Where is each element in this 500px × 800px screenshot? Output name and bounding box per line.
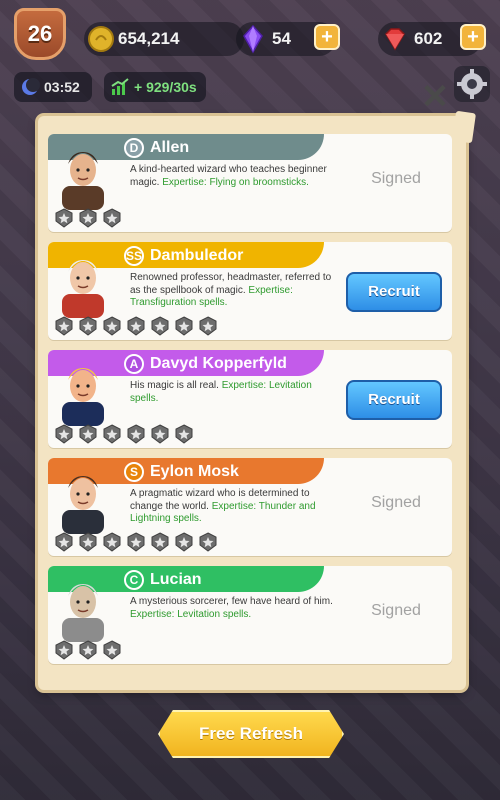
wizard-card: D Allen A kind-hearted wizard who teaches … bbox=[48, 134, 452, 232]
signed-status: Signed bbox=[371, 494, 421, 511]
coin-counter: 654,214 bbox=[84, 22, 244, 56]
star-icon bbox=[55, 208, 73, 228]
star-icon bbox=[103, 424, 121, 444]
gear-icon bbox=[457, 69, 487, 99]
star-icon bbox=[79, 532, 97, 552]
gem-counter: 54 + bbox=[236, 22, 340, 56]
star-icon bbox=[79, 208, 97, 228]
wizard-card: C Lucian A mysterious sorcerer, few have h… bbox=[48, 566, 452, 664]
star-icon bbox=[103, 208, 121, 228]
star-icon bbox=[127, 424, 145, 444]
star-icon bbox=[55, 424, 73, 444]
free-refresh-label: Free Refresh bbox=[199, 724, 303, 743]
gem-icon bbox=[243, 24, 263, 54]
free-refresh-button[interactable]: Free Refresh bbox=[158, 710, 344, 758]
wizard-name: Lucian bbox=[150, 571, 202, 588]
add-rubies-button[interactable]: + bbox=[460, 24, 486, 50]
ruby-counter: 602 + bbox=[378, 22, 486, 56]
star-icon bbox=[127, 532, 145, 552]
star-rating bbox=[54, 316, 218, 336]
grade-badge: A bbox=[124, 354, 144, 374]
star-icon bbox=[175, 424, 193, 444]
star-icon bbox=[79, 424, 97, 444]
star-icon bbox=[175, 532, 193, 552]
level-badge: 26 bbox=[14, 8, 66, 60]
description-text: A mysterious sorcerer, few have heard of… bbox=[130, 596, 333, 607]
star-icon bbox=[103, 532, 121, 552]
wizard-card: S Eylon Mosk A pragmatic wizard who is det… bbox=[48, 458, 452, 556]
star-icon bbox=[79, 640, 97, 660]
expertise-text: Expertise: Flying on broomsticks. bbox=[162, 176, 309, 188]
signed-status: Signed bbox=[371, 602, 421, 619]
star-rating bbox=[54, 424, 194, 444]
wizard-name: Allen bbox=[150, 139, 190, 156]
income-rate: + 929/30s bbox=[104, 72, 206, 102]
star-icon bbox=[103, 316, 121, 336]
coin-icon bbox=[88, 26, 114, 52]
wizard-portrait bbox=[62, 260, 104, 318]
wizard-portrait bbox=[62, 368, 104, 426]
wizard-portrait bbox=[62, 584, 104, 642]
wizard-description: A kind-hearted wizard who teaches beginn… bbox=[130, 164, 340, 189]
star-icon bbox=[55, 316, 73, 336]
wizard-portrait bbox=[62, 476, 104, 534]
star-rating bbox=[54, 640, 122, 660]
expertise-text: Expertise: Levitation spells. bbox=[130, 608, 252, 620]
grade-badge: SS bbox=[124, 246, 144, 266]
wizard-description: A mysterious sorcerer, few have heard of… bbox=[130, 596, 340, 621]
wizard-description: His magic is all real. Expertise: Levita… bbox=[130, 380, 340, 405]
growth-chart-icon bbox=[111, 78, 129, 95]
ruby-value: 602 bbox=[414, 29, 443, 48]
star-icon bbox=[79, 316, 97, 336]
grade-badge: C bbox=[124, 570, 144, 590]
event-timer: 03:52 bbox=[14, 72, 92, 102]
wizard-name: Dambuledor bbox=[150, 247, 244, 264]
star-icon bbox=[199, 316, 217, 336]
star-icon bbox=[55, 532, 73, 552]
recruit-button[interactable]: Recruit bbox=[346, 380, 442, 420]
level-value: 26 bbox=[27, 21, 53, 46]
star-icon bbox=[151, 532, 169, 552]
star-icon bbox=[127, 316, 145, 336]
wizard-card: A Davyd Kopperfyld His magic is all real. … bbox=[48, 350, 452, 448]
ruby-icon bbox=[385, 28, 405, 51]
description-text: Renowned professor, headmaster, referred… bbox=[130, 272, 332, 296]
gem-value: 54 bbox=[272, 29, 291, 48]
income-rate-value: + 929/30s bbox=[134, 79, 197, 95]
wizard-name: Eylon Mosk bbox=[150, 463, 239, 480]
wizard-description: A pragmatic wizard who is determined to … bbox=[130, 488, 340, 526]
star-icon bbox=[175, 316, 193, 336]
close-icon: ✕ bbox=[420, 78, 450, 116]
star-rating bbox=[54, 532, 218, 552]
star-icon bbox=[199, 532, 217, 552]
star-icon bbox=[103, 640, 121, 660]
wizard-name: Davyd Kopperfyld bbox=[150, 355, 287, 372]
star-icon bbox=[151, 316, 169, 336]
add-gems-button[interactable]: + bbox=[314, 24, 340, 50]
star-icon bbox=[55, 640, 73, 660]
moon-icon bbox=[22, 78, 40, 95]
close-button[interactable]: ✕ bbox=[418, 80, 452, 114]
wizard-portrait bbox=[62, 152, 104, 210]
star-rating bbox=[54, 208, 122, 228]
grade-badge: D bbox=[124, 138, 144, 158]
wizard-card: SS Dambuledor Renowned professor, headmast… bbox=[48, 242, 452, 340]
grade-badge: S bbox=[124, 462, 144, 482]
description-text: His magic is all real. bbox=[130, 380, 219, 391]
settings-button[interactable] bbox=[454, 66, 490, 102]
recruit-button[interactable]: Recruit bbox=[346, 272, 442, 312]
timer-value: 03:52 bbox=[44, 79, 80, 95]
signed-status: Signed bbox=[371, 170, 421, 187]
coin-value: 654,214 bbox=[118, 29, 180, 48]
wizard-description: Renowned professor, headmaster, referred… bbox=[130, 272, 340, 310]
star-icon bbox=[151, 424, 169, 444]
